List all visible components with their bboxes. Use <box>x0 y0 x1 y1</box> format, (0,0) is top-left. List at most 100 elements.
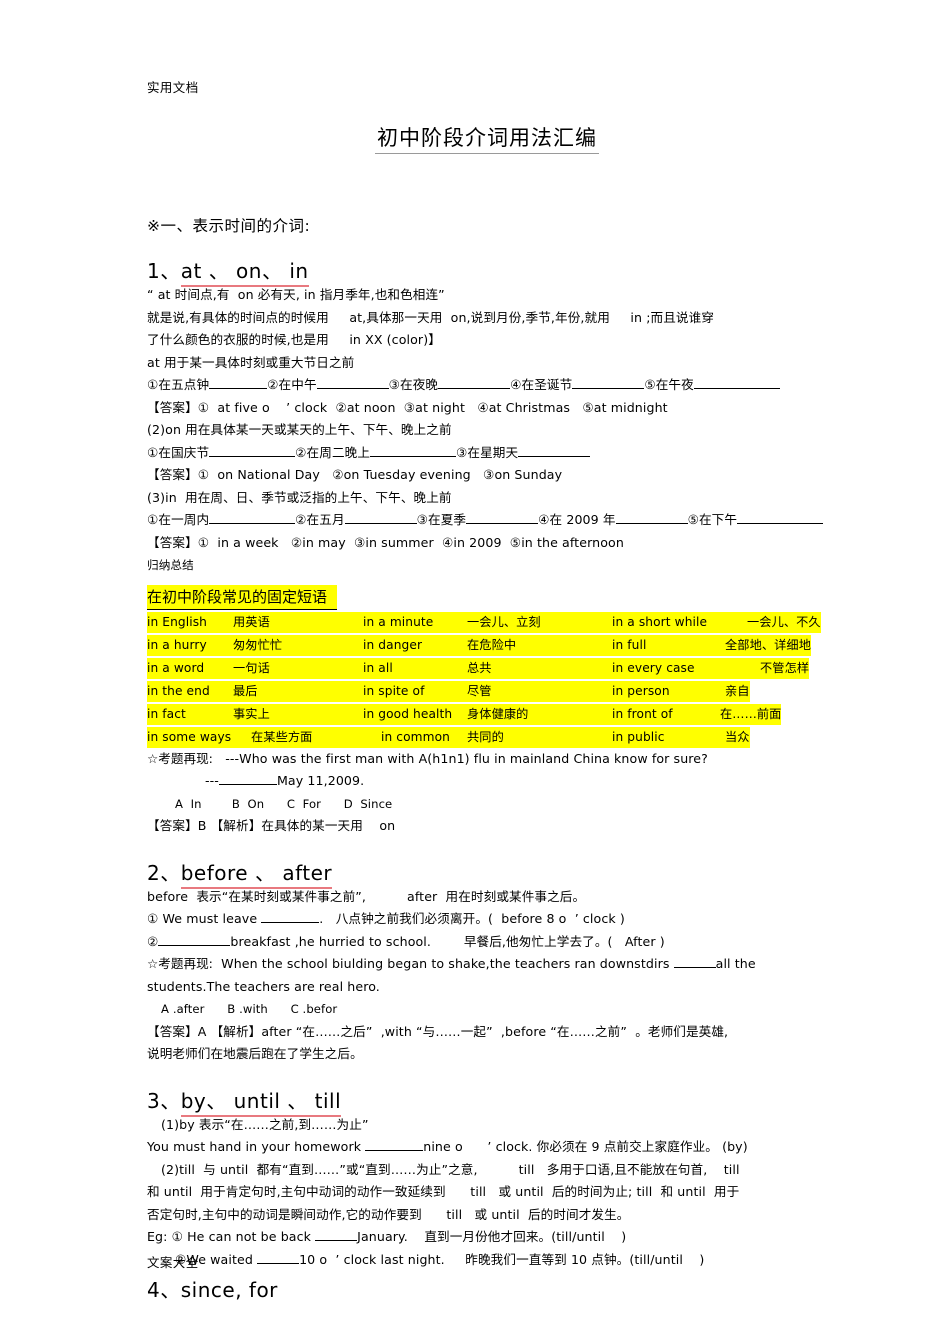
answer-blank[interactable] <box>438 388 511 389</box>
s1-on-items: ①在国庆节 ②在周二晚上 ③在星期天 <box>147 442 827 465</box>
s2-ex1-pre: ① We must leave <box>147 911 262 926</box>
phrase-cn: 全部地、详细地 <box>725 637 812 652</box>
s1-exam-label: ☆考题再现: <box>147 750 213 766</box>
s1-in-item-1: ①在一周内 <box>147 512 210 527</box>
page-title: 初中阶段介词用法汇编 <box>147 122 827 154</box>
s1-in-item-3: ③在夏季 <box>416 512 467 527</box>
answer-blank[interactable] <box>370 455 457 457</box>
heading-3-num: 3、 <box>147 1088 181 1113</box>
s1-exam-options: A In B On C For D Since <box>175 796 393 811</box>
s3-eg2-post: 10 o ’ clock last night. 昨晚我们一直等到 10 点钟。… <box>299 1251 705 1267</box>
phrase-en: in danger <box>363 637 423 652</box>
answer-blank[interactable] <box>344 523 417 524</box>
phrase-en: in a word <box>147 660 205 675</box>
s1-in-items: ①在一周内 ②在五月 ③在夏季 ④在 2009 年 ⑤在下午 <box>147 509 827 532</box>
answer-blank[interactable] <box>257 1262 300 1264</box>
heading-1-text: at 、 on、 in <box>180 259 309 287</box>
phrase-cn: 身体健康的 <box>467 706 529 721</box>
s2-exam-q-post: all the <box>715 956 756 971</box>
phrase-cn: 不管怎样 <box>760 660 810 675</box>
phrase-en: in spite of <box>363 683 425 698</box>
s1-at-item-2: ②在中午 <box>267 377 317 392</box>
s1-exam-question: ---Who was the first man with A(h1n1) fl… <box>225 750 708 766</box>
phrase-en: in good health <box>363 706 453 721</box>
phrase-en: in full <box>612 637 647 652</box>
s3-eg-1: Eg: ① He can not be back January. 直到一月份他… <box>147 1226 827 1249</box>
s3-eg1-pre: Eg: ① He can not be back <box>147 1229 316 1244</box>
heading-4: 4、since, for <box>147 1277 827 1303</box>
answer-blank[interactable] <box>518 455 591 457</box>
phrase-cn: 总共 <box>467 660 492 675</box>
phrase-en: in the end <box>147 683 210 698</box>
heading-2: 2、before 、 after <box>147 860 827 889</box>
s1-at-item-3: ③在夜晚 <box>388 377 439 392</box>
s1-at-items: ①在五点钟 ②在中午 ③在夜晚 ④在圣诞节 ⑤在午夜 <box>147 374 827 397</box>
heading-3: 3、by、 until 、 till <box>147 1088 827 1117</box>
document-page: 实用文档 初中阶段介词用法汇编 ※一、表示时间的介词: 1、at 、 on、 i… <box>0 0 945 1338</box>
answer-blank[interactable] <box>673 967 716 968</box>
answer-blank[interactable] <box>315 1240 358 1241</box>
phrase-en: in all <box>363 660 393 675</box>
phrase-cn: 最后 <box>233 683 258 698</box>
answer-blank[interactable] <box>693 388 780 389</box>
answer-blank[interactable] <box>158 944 231 946</box>
phrase-en: in a minute <box>363 614 434 629</box>
phrase-cn: 共同的 <box>467 729 504 744</box>
phrase-row-wrap: in some ways 在某些方面 in common 共同的 in public 当众 <box>147 725 827 748</box>
s3-rule-2a: (2)till 与 until 都有“直到……”或“直到……为止”之意, til… <box>161 1161 740 1177</box>
answer-blank[interactable] <box>209 388 268 389</box>
s1-at-item-4: ④在圣诞节 <box>510 377 573 392</box>
answer-blank[interactable] <box>209 523 296 524</box>
answer-blank[interactable] <box>365 1150 424 1151</box>
phrase-en: in public <box>612 729 665 744</box>
s2-ex1-post: . 八点钟之前我们必须离开。( before 8 o ’ clock ) <box>319 911 625 926</box>
s2-ex2-post: breakfast ,he hurried to school. 早餐后,他匆忙… <box>230 933 665 949</box>
answer-blank[interactable] <box>615 523 688 524</box>
s2-example-1: ① We must leave . 八点钟之前我们必须离开。( before 8… <box>147 908 827 931</box>
answer-blank[interactable] <box>572 388 645 389</box>
section-time-heading: ※一、表示时间的介词: <box>147 217 311 235</box>
s1-at-item-5: ⑤在午夜 <box>644 377 694 392</box>
s1-in-answer: 【答案】① in a week ②in may ③in summer ④in 2… <box>147 534 624 550</box>
answer-blank[interactable] <box>466 523 539 524</box>
s3-rule-2c: 否定句时,主句中的动词是瞬间动作,它的动作要到 till 或 until 后的时… <box>147 1206 630 1222</box>
heading-2-num: 2、 <box>147 860 181 885</box>
s1-in-item-2: ②在五月 <box>295 512 345 527</box>
s1-in-item-4: ④在 2009 年 <box>538 512 616 527</box>
s1-highlight-title: 在初中阶段常见的固定短语 <box>147 584 338 610</box>
phrase-en: in front of <box>612 706 673 721</box>
footer-watermark: 文案大全 <box>147 1255 199 1270</box>
phrase-row: in fact 事实上 in good health 身体健康的 in front of… <box>147 703 782 725</box>
s1-explain-2: 了什么颜色的衣服的时候,也是用 in XX (color)】 <box>147 332 441 347</box>
s1-on-answer: 【答案】① on National Day ②on Tuesday evenin… <box>147 467 563 482</box>
phrase-en: in English <box>147 614 207 629</box>
phrase-cn: 在危险中 <box>467 637 517 652</box>
answer-blank[interactable] <box>209 455 296 457</box>
phrase-en: in a hurry <box>147 637 207 652</box>
phrase-row: in English 用英语 in a minute 一会儿、立刻 in a short… <box>147 611 821 633</box>
phrase-row-wrap: in fact 事实上 in good health 身体健康的 in front of… <box>147 702 827 725</box>
s1-exam-dash: --- <box>205 773 219 788</box>
phrase-cn: 一会儿、立刻 <box>467 614 541 629</box>
answer-blank[interactable] <box>316 388 389 389</box>
phrase-en: in person <box>612 683 670 698</box>
phrase-cn: 当众 <box>725 729 750 744</box>
answer-blank[interactable] <box>737 523 824 524</box>
phrase-cn: 在……前面 <box>720 706 782 721</box>
answer-blank[interactable] <box>218 784 277 785</box>
s3-eg1-post: January. 直到一月份他才回来。(till/until ) <box>357 1229 627 1244</box>
heading-1: 1、at 、 on、 in <box>147 258 827 287</box>
phrase-row-wrap: in the end 最后 in spite of 尽管 in person 亲自 <box>147 679 827 702</box>
phrase-cn: 匆匆忙忙 <box>233 637 283 652</box>
s1-summary-label: 归纳总结 <box>147 558 194 572</box>
s1-in-rule: (3)in 用在周、日、季节或泛指的上午、下午、晚上前 <box>147 489 452 505</box>
s3-eg-2: ②We waited 10 o ’ clock last night. 昨晚我们… <box>147 1249 827 1272</box>
phrase-cn: 尽管 <box>467 683 492 698</box>
phrase-en: in common <box>381 729 450 744</box>
s1-on-rule: (2)on 用在具体某一天或某天的上午、下午、晚上之前 <box>147 422 452 437</box>
phrase-cn: 用英语 <box>233 614 270 629</box>
phrase-cn: 在某些方面 <box>251 729 313 744</box>
heading-4-num: 4、 <box>147 1278 181 1302</box>
s1-at-answer: 【答案】① at five o ’ clock ②at noon ③at nig… <box>147 399 668 415</box>
answer-blank[interactable] <box>261 922 320 923</box>
